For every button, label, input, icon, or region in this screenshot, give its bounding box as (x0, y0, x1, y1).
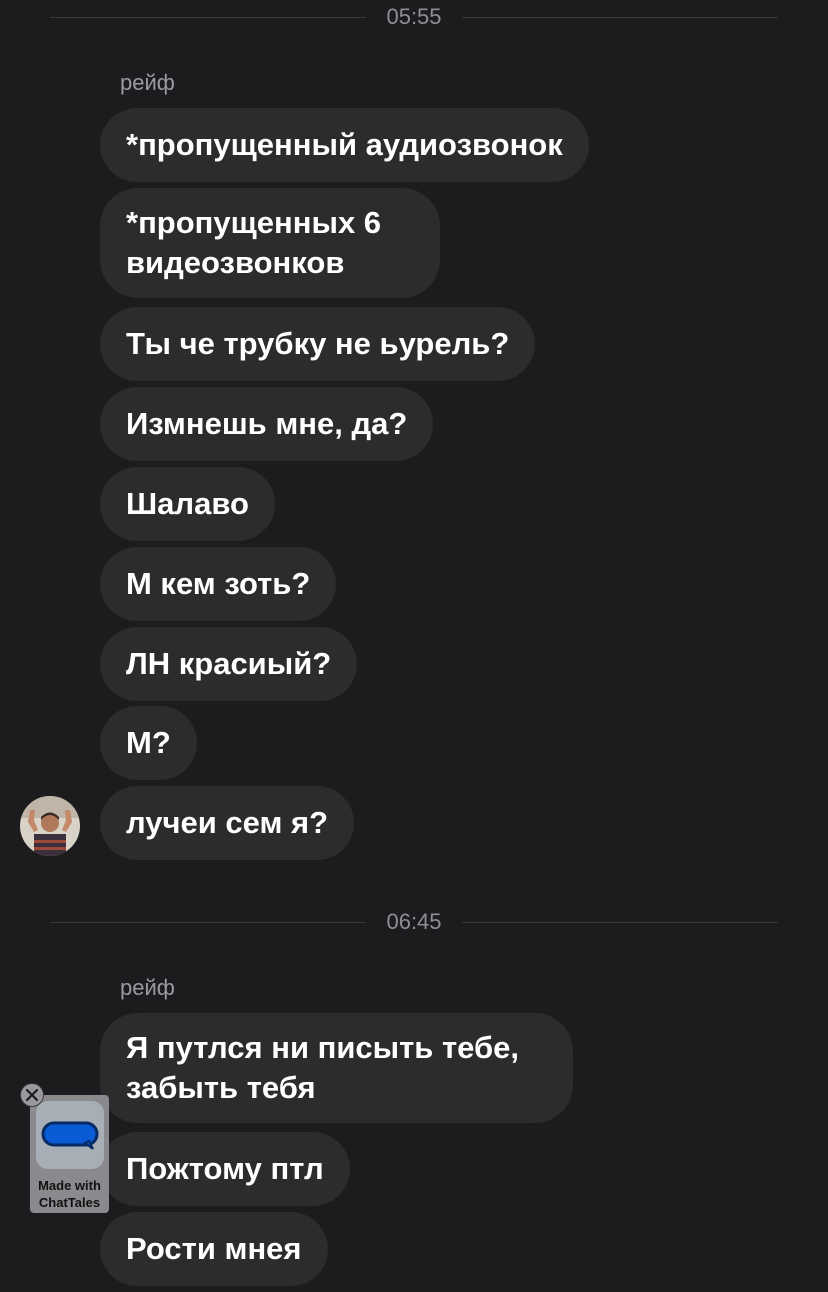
message-bubble[interactable]: Пожтому птл (100, 1132, 350, 1206)
sender-name: рейф (120, 70, 175, 95)
time-divider: 06:45 (50, 909, 778, 934)
close-icon[interactable] (20, 1083, 44, 1107)
close-x-icon (25, 1088, 39, 1102)
divider-line (461, 16, 778, 18)
chat-screen: 05:55 рейф *пропущенный аудиозвонок *про… (0, 0, 828, 1292)
watermark-line1: Made with (38, 1178, 101, 1193)
message-bubble[interactable]: М кем зоть? (100, 547, 337, 621)
app-icon (35, 1101, 104, 1169)
message-bubble[interactable]: *пропущенный аудиозвонок (100, 108, 589, 182)
watermark-line2: ChatTales (38, 1195, 101, 1210)
message-bubble[interactable]: лучеи сем я? (100, 786, 355, 860)
message-bubble[interactable]: Рости мнея (100, 1212, 328, 1286)
sender-name: рейф (120, 975, 175, 1000)
message-bubble[interactable]: Ты че трубку не ьурель? (100, 307, 536, 381)
person-avatar-icon (20, 796, 80, 856)
divider-line (50, 16, 367, 18)
divider-line (50, 921, 367, 923)
time-divider: 05:55 (50, 4, 778, 29)
message-bubble[interactable]: Я путлся ни писыть тебе, забыть тебя (100, 1013, 573, 1123)
divider-line (461, 921, 778, 923)
message-bubble[interactable]: Шалаво (100, 467, 275, 541)
message-bubble[interactable]: Измнешь мне, да? (100, 387, 434, 461)
timestamp: 05:55 (386, 4, 442, 29)
chat-bubble-icon (41, 1121, 98, 1150)
avatar[interactable] (20, 796, 80, 856)
message-bubble[interactable]: *пропущенных 6 видеозвонков (100, 188, 440, 298)
message-bubble[interactable]: М? (100, 706, 197, 780)
timestamp: 06:45 (386, 909, 442, 934)
watermark-label: Made with ChatTales (38, 1177, 101, 1211)
message-bubble[interactable]: ЛН красиый? (100, 627, 358, 701)
watermark-badge[interactable]: Made with ChatTales (30, 1095, 109, 1213)
